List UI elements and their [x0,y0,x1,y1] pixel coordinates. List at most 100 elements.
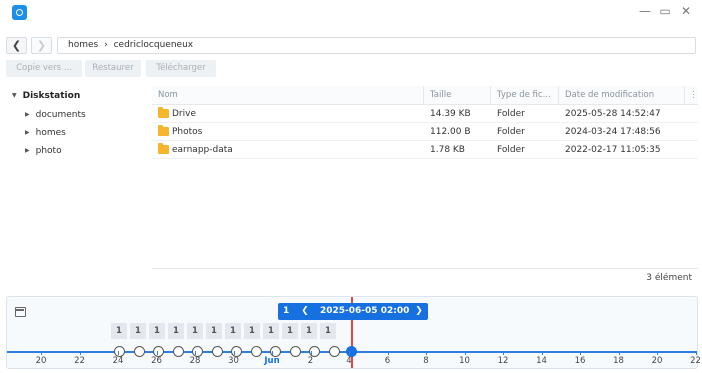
axis-tick-label: 16 [574,356,586,366]
axis-tick-label: 28 [189,356,201,366]
axis-tick [156,351,158,355]
axis-tick-label: 22 [74,356,85,366]
axis-tick-label: 2 [307,356,314,366]
axis-tick-label: Jun [264,356,280,366]
tree-item-photo[interactable]: ▶ photo [25,146,62,156]
day-snapshot-count[interactable]: 1 [225,323,241,339]
axis-tick-label: 24 [112,356,124,366]
row-modified: 2024-03-24 17:48:56 [565,127,661,137]
day-snapshot-count[interactable]: 1 [111,323,127,339]
tree-item-label: photo [35,146,62,156]
row-size: 14.39 KB [430,109,471,119]
axis-tick [79,351,81,355]
caret-right-icon[interactable]: ▶ [25,129,30,136]
title-bar: — ▭ ✕ [0,0,702,26]
day-snapshot-count[interactable]: 1 [282,323,298,339]
axis-tick [310,351,312,355]
axis-tick [503,351,504,355]
axis-tick-label: 20 [35,356,47,366]
axis-tick [695,351,697,355]
day-snapshot-count[interactable]: 1 [263,323,279,339]
snapshot-point[interactable] [133,346,145,357]
item-count: 3 élément [646,273,692,283]
status-bar: 3 élément [152,268,698,288]
axis-tick-label: 6 [384,356,391,366]
row-size: 112.00 B [430,127,471,137]
axis-tick [464,351,466,355]
tree-item-documents[interactable]: ▶ documents [25,110,86,120]
axis-tick-label: 20 [651,356,663,366]
day-snapshot-count[interactable]: 1 [244,323,260,339]
snapshot-selector: 1 ❮ 2025-06-05 02:00 ❯ [278,303,428,320]
minimize-icon[interactable]: — [638,4,652,18]
axis-tick-label: 12 [497,356,509,366]
column-menu-icon[interactable]: ⋮ [684,86,698,105]
snapshot-count: 1 [283,306,290,316]
column-header-size[interactable]: Taille [423,86,490,105]
calendar-icon[interactable] [15,307,26,317]
prev-snapshot-icon[interactable]: ❮ [298,303,312,320]
breadcrumb-user[interactable]: cedriclocqueneux [114,40,194,50]
forward-button[interactable]: ❯ [31,37,52,54]
tree-item-homes[interactable]: ▶ homes [25,128,66,138]
row-name: earnapp-data [172,145,233,155]
download-button[interactable]: Télécharger [146,60,216,77]
snapshot-timeline[interactable]: 1 ❮ 2025-06-05 02:00 ❯ 1 1 1 1 1 1 1 1 1 1 1 1 20 22 2… [6,296,701,369]
folder-icon [158,143,169,154]
axis-tick [118,351,119,355]
tree-root-label: Diskstation [22,91,81,101]
day-snapshot-count[interactable]: 1 [301,323,317,339]
maximize-icon[interactable]: ▭ [658,4,672,18]
column-header-modified[interactable]: Date de modification [558,86,684,105]
copy-to-button[interactable]: Copie vers ... [6,60,82,77]
caret-right-icon[interactable]: ▶ [25,111,30,118]
axis-tick-label: 8 [423,356,429,366]
row-modified: 2022-02-17 11:05:35 [565,145,661,155]
axis-tick [426,351,427,355]
day-snapshot-count[interactable]: 1 [187,323,203,339]
breadcrumb-homes[interactable]: homes [68,40,98,50]
tree-root-diskstation[interactable]: ▼ Diskstation [12,91,80,101]
address-row: ❮ ❯ homes › cedriclocqueneux [0,35,702,55]
axis-tick-label: 22 [690,356,701,366]
restore-button[interactable]: Restaurer [85,60,141,77]
path-field[interactable]: homes › cedriclocqueneux [57,37,696,54]
day-snapshot-count[interactable]: 1 [149,323,165,339]
axis-tick [387,351,389,355]
close-icon[interactable]: ✕ [679,4,693,18]
column-header-type[interactable]: Type de fic... [490,86,558,105]
axis-tick [541,351,543,355]
row-type: Folder [497,145,525,155]
day-snapshot-count[interactable]: 1 [130,323,146,339]
day-snapshot-count[interactable]: 1 [168,323,184,339]
app-icon [12,5,27,20]
next-snapshot-icon[interactable]: ❯ [412,303,426,320]
axis-tick [349,351,350,355]
tree-item-label: documents [35,110,86,120]
caret-right-icon[interactable]: ▶ [25,147,30,154]
row-modified: 2025-05-28 14:52:47 [565,109,661,119]
table-row[interactable]: Drive 14.39 KB Folder 2025-05-28 14:52:4… [152,105,698,123]
axis-tick [657,351,658,355]
table-row[interactable]: earnapp-data 1.78 KB Folder 2022-02-17 1… [152,141,698,159]
breadcrumb-separator-icon: › [104,40,108,50]
axis-tick-label: 30 [228,356,239,366]
axis-tick-label: 14 [536,356,547,366]
caret-down-icon[interactable]: ▼ [12,92,17,99]
day-snapshot-count[interactable]: 1 [206,323,222,339]
axis-tick [272,351,273,355]
axis-tick-label: 10 [459,356,470,366]
snapshot-point[interactable] [172,346,184,357]
back-button[interactable]: ❮ [6,37,27,54]
row-name: Drive [172,109,196,119]
day-snapshot-count[interactable]: 1 [320,323,336,339]
row-size: 1.78 KB [430,145,465,155]
folder-icon [158,125,169,136]
axis-tick [233,351,235,355]
row-name: Photos [172,127,203,137]
tree-item-label: homes [35,128,66,138]
column-header-name[interactable]: Nom [152,86,423,105]
snapshot-datetime: 2025-06-05 02:00 [320,306,410,316]
table-row[interactable]: Photos 112.00 B Folder 2024-03-24 17:48:… [152,123,698,141]
axis-tick-label: 18 [613,356,624,366]
